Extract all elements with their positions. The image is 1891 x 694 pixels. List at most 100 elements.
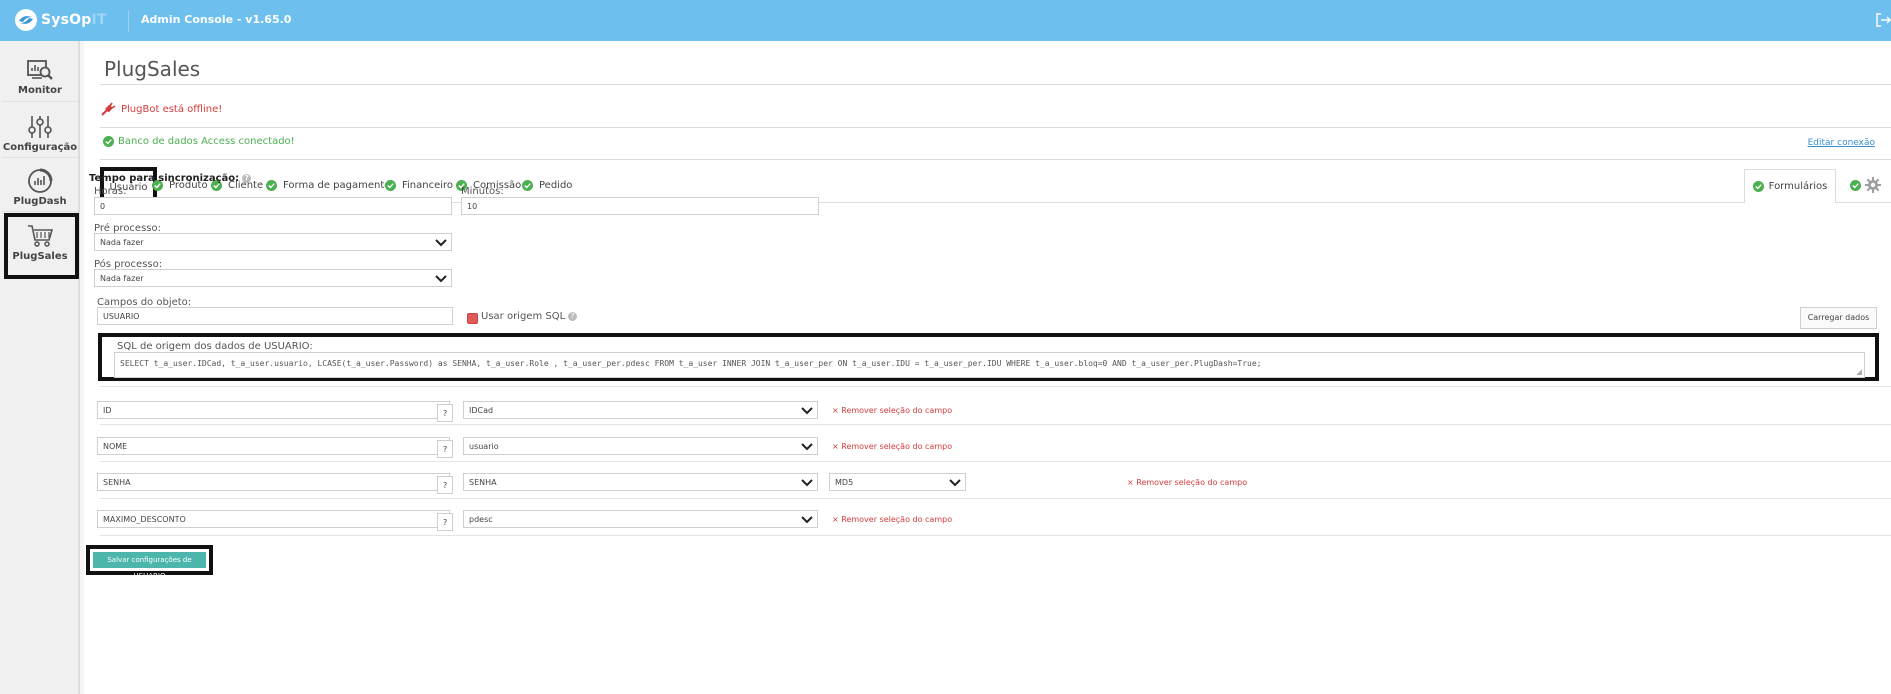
- post-process-select[interactable]: Nada fazer: [94, 269, 452, 287]
- unplugged-icon: [101, 102, 116, 116]
- sql-query-text: SELECT t_a_user.IDCad, t_a_user.usuario,…: [120, 359, 1262, 368]
- divider: [100, 386, 1891, 387]
- help-icon[interactable]: ?: [437, 476, 454, 494]
- console-title: Admin Console - v1.65.0: [141, 13, 292, 26]
- sidebar-divider: [2, 101, 78, 102]
- help-icon[interactable]: ?: [568, 311, 578, 321]
- hash-select[interactable]: MD5: [829, 473, 966, 491]
- check-circle-icon: [266, 179, 277, 191]
- tab-label: Financeiro: [402, 179, 454, 191]
- sql-source-textarea[interactable]: SELECT t_a_user.IDCad, t_a_user.usuario,…: [114, 352, 1865, 378]
- logout-icon[interactable]: [1875, 12, 1891, 28]
- logo[interactable]: SysOpIT: [14, 8, 107, 32]
- plugbot-offline-text: PlugBot está offline!: [121, 103, 223, 115]
- chevron-down-icon: [435, 239, 447, 247]
- topbar-divider: [128, 10, 129, 32]
- save-button-frame: Salvar configurações de USUARIO: [86, 545, 213, 580]
- sql-source-panel: SQL de origem dos dados de USUARIO: SELE…: [98, 333, 1879, 381]
- hash-value: MD5: [835, 478, 854, 487]
- divider: [100, 498, 1891, 499]
- minutes-label: Minutos:: [461, 186, 504, 197]
- mapping-source-select[interactable]: SENHA: [463, 473, 818, 491]
- sidebar-item-label: Monitor: [18, 85, 62, 96]
- chevron-down-icon: [801, 516, 813, 524]
- help-icon[interactable]: ?: [437, 513, 454, 531]
- sysop-logo-icon: [15, 9, 37, 31]
- remove-field-link[interactable]: × Remover seleção do campo: [832, 515, 952, 524]
- sidebar-item-label: Configuração: [2, 142, 78, 153]
- tab-formularios[interactable]: Formulários: [1744, 169, 1836, 203]
- edit-connection-link[interactable]: Editar conexão: [1808, 138, 1875, 148]
- divider: [100, 535, 1891, 536]
- resize-handle[interactable]: [1856, 369, 1862, 375]
- object-fields-input[interactable]: [97, 307, 453, 325]
- chevron-down-icon: [801, 443, 813, 451]
- mapping-source-value: SENHA: [469, 478, 497, 487]
- db-connected-alert: Banco de dados Access conectado!: [103, 136, 295, 147]
- active-sidebar-highlight: [4, 213, 79, 279]
- divider: [100, 127, 1891, 128]
- divider: [100, 424, 1891, 425]
- post-process-value: Nada fazer: [100, 274, 144, 283]
- check-circle-icon: [522, 179, 533, 191]
- pre-process-select[interactable]: Nada fazer: [94, 233, 452, 251]
- main-content: PlugSales PlugBot está offline! Banco de…: [84, 41, 1891, 694]
- mapping-field-input[interactable]: [97, 473, 450, 491]
- mapping-source-select[interactable]: pdesc: [463, 510, 818, 528]
- sidebar-item-plugdash[interactable]: PlugDash: [0, 158, 80, 216]
- mapping-source-select[interactable]: usuario: [463, 437, 818, 455]
- gauge-icon: [28, 168, 53, 193]
- tab-label: Pedido: [539, 179, 573, 191]
- chevron-down-icon: [801, 479, 813, 487]
- sidebar-divider: [2, 211, 78, 212]
- load-data-button[interactable]: Carregar dados: [1800, 307, 1877, 329]
- chevron-down-icon: [435, 275, 447, 283]
- monitor-search-icon: [27, 60, 53, 80]
- check-circle-icon: [1850, 179, 1861, 191]
- remove-field-link[interactable]: × Remover seleção do campo: [1127, 478, 1247, 487]
- save-settings-button[interactable]: Salvar configurações de USUARIO: [93, 552, 206, 580]
- sync-time-label: Tempo para sincronização:?: [89, 173, 252, 184]
- tab-label: Forma de pagamento: [283, 179, 391, 191]
- sidebar-item-monitor[interactable]: Monitor: [0, 49, 80, 107]
- pre-process-value: Nada fazer: [100, 238, 144, 247]
- help-icon[interactable]: ?: [437, 404, 454, 422]
- use-sql-checkbox[interactable]: [467, 313, 478, 324]
- sidebar: Monitor Configuração PlugDash PlugSales: [0, 41, 80, 694]
- mapping-source-select[interactable]: IDCad: [463, 401, 818, 419]
- db-connected-text: Banco de dados Access conectado!: [118, 136, 295, 147]
- mapping-field-input[interactable]: [97, 510, 450, 528]
- hours-label: Horas:: [94, 186, 127, 197]
- sql-source-label: SQL de origem dos dados de USUARIO:: [117, 341, 313, 352]
- help-icon[interactable]: ?: [437, 440, 454, 458]
- divider: [100, 159, 1891, 160]
- top-bar: SysOpIT Admin Console - v1.65.0: [0, 0, 1891, 41]
- remove-field-link[interactable]: × Remover seleção do campo: [832, 406, 952, 415]
- sliders-icon: [28, 116, 52, 138]
- divider: [100, 461, 1891, 462]
- check-circle-icon: [103, 136, 114, 147]
- gear-icon: [1865, 177, 1881, 193]
- page-title: PlugSales: [104, 57, 201, 81]
- use-sql-label: Usar origem SQL?: [481, 311, 578, 322]
- minutes-input[interactable]: [461, 197, 819, 215]
- sidebar-item-label: PlugDash: [13, 196, 67, 207]
- logo-text: SysOpIT: [41, 12, 107, 28]
- chevron-down-icon: [801, 407, 813, 415]
- divider: [100, 84, 1891, 85]
- check-circle-icon: [385, 179, 396, 191]
- help-icon[interactable]: ?: [242, 173, 252, 183]
- sidebar-item-configuracao[interactable]: Configuração: [0, 104, 80, 162]
- hours-input[interactable]: [94, 197, 452, 215]
- mapping-field-input[interactable]: [97, 401, 450, 419]
- chevron-down-icon: [949, 479, 961, 487]
- plugbot-offline-alert: PlugBot está offline!: [100, 101, 222, 117]
- mapping-source-value: IDCad: [469, 406, 494, 415]
- settings-tab[interactable]: [1850, 177, 1881, 193]
- mapping-field-input[interactable]: [97, 437, 450, 455]
- mapping-source-value: pdesc: [469, 515, 493, 524]
- check-circle-icon: [1752, 181, 1764, 192]
- mapping-source-value: usuario: [469, 442, 499, 451]
- remove-field-link[interactable]: × Remover seleção do campo: [832, 442, 952, 451]
- tab-label: Formulários: [1768, 181, 1828, 192]
